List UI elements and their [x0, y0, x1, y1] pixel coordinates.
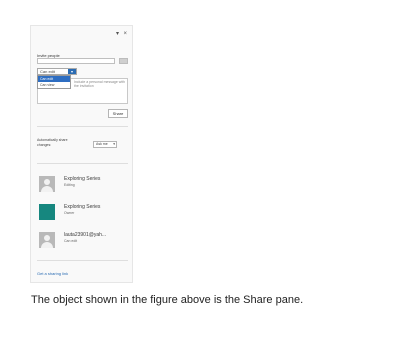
permission-dropdown-list: Can edit Can view — [37, 75, 71, 89]
permission-select-value: Can edit — [40, 69, 55, 74]
share-button[interactable]: Share — [108, 109, 128, 118]
person-name: Exploring Series — [64, 204, 101, 210]
message-placeholder: Include a personal message with the invi… — [74, 80, 125, 88]
auto-share-label: Automatically share changes: — [37, 138, 68, 147]
permission-option-can-view[interactable]: Can view — [38, 82, 70, 88]
divider — [37, 126, 128, 127]
share-pane: ▾ × Invite people Can edit ▾ Include a p… — [30, 25, 133, 283]
list-item[interactable]: Exploring Series Owner — [37, 202, 132, 224]
get-sharing-link[interactable]: Get a sharing link — [37, 271, 68, 276]
person-icon — [39, 176, 55, 192]
person-name: Exploring Series — [64, 176, 101, 182]
divider — [37, 260, 128, 261]
permission-select[interactable]: Can edit ▾ — [37, 68, 77, 75]
list-item[interactable]: Exploring Series Editing — [37, 174, 132, 196]
auto-share-value: Ask me — [96, 142, 108, 146]
address-book-button[interactable] — [119, 58, 128, 64]
list-item[interactable]: lauta23901@yah... Can edit — [37, 230, 132, 252]
chevron-down-icon[interactable]: ▾ — [68, 69, 76, 74]
close-icon[interactable]: × — [123, 31, 127, 37]
person-icon — [39, 232, 55, 248]
caption-text: The object shown in the figure above is … — [31, 294, 304, 306]
person-role: Owner — [64, 211, 75, 215]
divider — [37, 163, 128, 164]
invite-people-input[interactable] — [37, 58, 115, 64]
chevron-down-icon: ▾ — [113, 142, 115, 146]
person-name: lauta23901@yah... — [64, 232, 107, 238]
auto-share-select[interactable]: Ask me ▾ — [93, 141, 117, 148]
person-role: Editing — [64, 183, 75, 187]
person-role: Can edit — [64, 239, 78, 243]
profile-tile-icon — [39, 204, 55, 220]
pane-options-chevron-down-icon[interactable]: ▾ — [116, 31, 119, 37]
